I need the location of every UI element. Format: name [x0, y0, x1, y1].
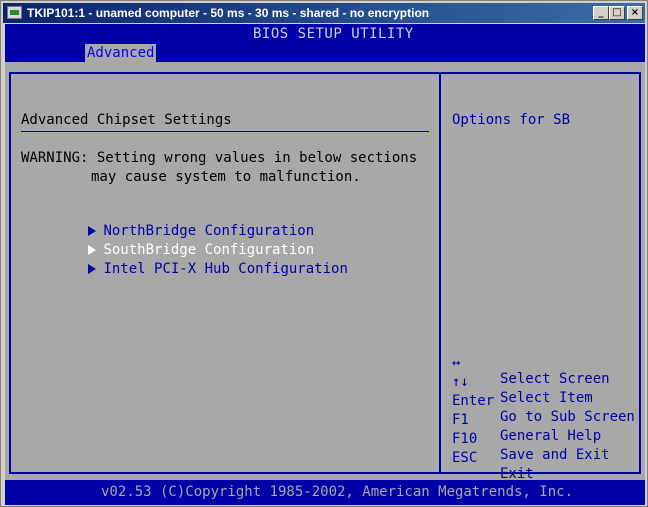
app-icon[interactable]	[7, 6, 22, 19]
key-row-enter: Enter Go to Sub Screen	[452, 377, 635, 425]
help-title: Options for SB	[452, 112, 571, 128]
warning-text-line1: WARNING: Setting wrong values in below s…	[21, 150, 418, 166]
panel-divider	[439, 72, 441, 474]
key-row-f10: F10 Save and Exit	[452, 415, 610, 463]
bios-title: BIOS SETUP UTILITY	[253, 26, 414, 42]
bios-panel: Advanced Chipset Settings WARNING: Setti…	[5, 62, 645, 482]
menu-item-label: Intel PCI-X Hub Configuration	[103, 261, 348, 277]
tab-advanced[interactable]: Advanced	[4, 44, 157, 62]
key-row-f1: F1 General Help	[452, 396, 601, 444]
key-label: ESC	[452, 450, 478, 466]
title-bar[interactable]: TKIP101:1 - unamed computer - 50 ms - 30…	[3, 3, 645, 23]
submenu-arrow-icon	[88, 264, 97, 274]
window-title: TKIP101:1 - unamed computer - 50 ms - 30…	[27, 6, 430, 20]
remote-desktop-window: TKIP101:1 - unamed computer - 50 ms - 30…	[0, 0, 648, 507]
copyright-text: v02.53 (C)Copyright 1985-2002, American …	[101, 484, 574, 500]
warning-text-line2: may cause system to malfunction.	[91, 169, 361, 185]
section-underline	[21, 131, 429, 132]
key-legend: ↔ Select Screen ↑↓ Select Item Enter Go …	[452, 339, 635, 482]
section-title: Advanced Chipset Settings	[21, 112, 232, 128]
bios-screen: BIOS SETUP UTILITY Advanced Advanced Chi…	[4, 24, 645, 505]
maximize-button[interactable]: □	[609, 6, 625, 20]
bios-footer: v02.53 (C)Copyright 1985-2002, American …	[5, 480, 645, 505]
key-row-select-screen: ↔ Select Screen	[452, 339, 610, 387]
menu-item-intel-pcix-hub[interactable]: Intel PCI-X Hub Configuration	[21, 245, 348, 293]
minimize-button[interactable]: _	[593, 6, 609, 20]
key-row-esc: ESC Exit	[452, 434, 536, 482]
key-row-select-item: ↑↓ Select Item	[452, 358, 593, 406]
close-button[interactable]: ×	[627, 6, 643, 20]
bios-header: BIOS SETUP UTILITY Advanced	[4, 24, 645, 62]
